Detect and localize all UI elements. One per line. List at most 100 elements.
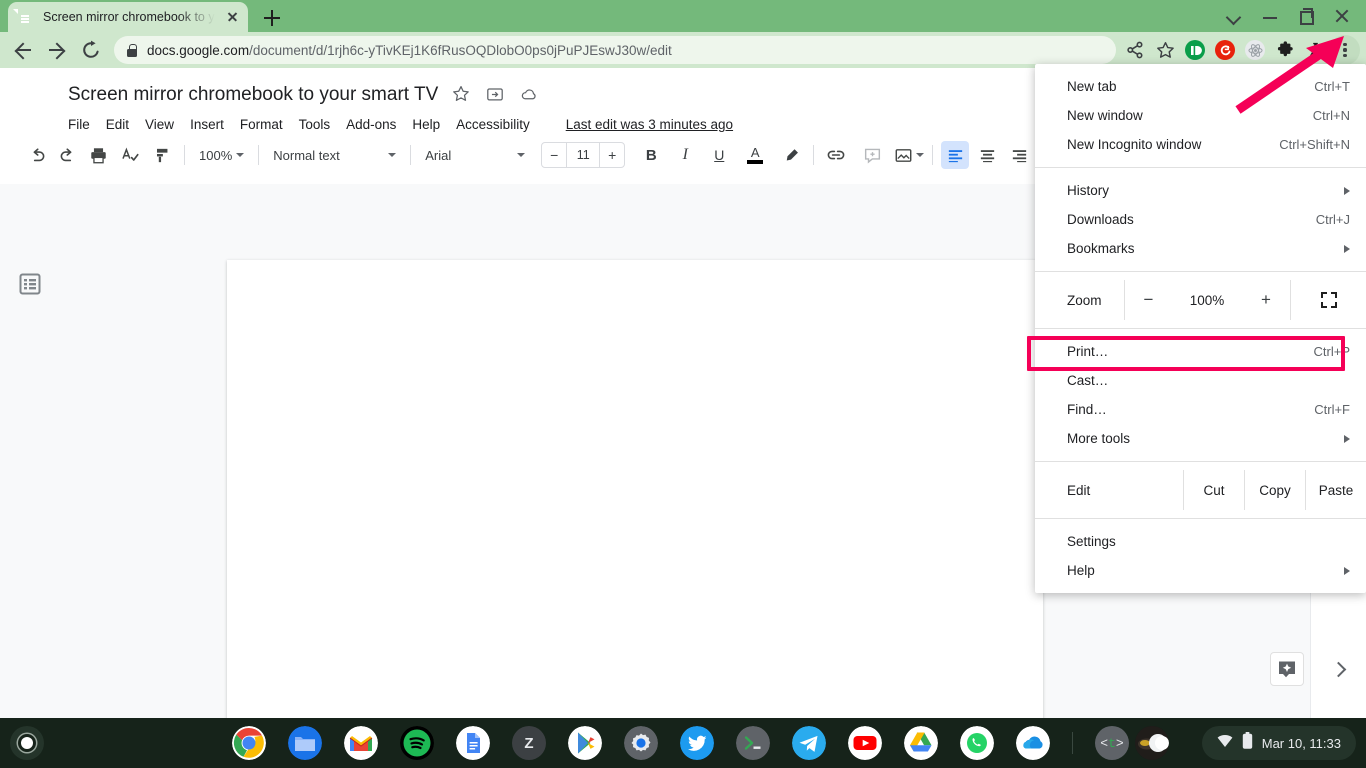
docs-menu-insert[interactable]: Insert bbox=[190, 117, 224, 132]
undo-icon[interactable] bbox=[24, 141, 52, 169]
close-icon[interactable] bbox=[1324, 0, 1360, 32]
shelf-app-google-docs[interactable] bbox=[456, 726, 490, 760]
docs-menu-file[interactable]: File bbox=[68, 117, 90, 132]
menu-item-settings[interactable]: Settings bbox=[1035, 527, 1366, 556]
toolbar-divider bbox=[184, 145, 185, 165]
tab-close-icon[interactable] bbox=[224, 9, 240, 25]
menu-item-bookmarks[interactable]: Bookmarks bbox=[1035, 234, 1366, 263]
maximize-icon[interactable] bbox=[1288, 0, 1324, 32]
zoom-level-dropdown[interactable]: 100% bbox=[193, 142, 250, 168]
align-center-icon[interactable] bbox=[973, 141, 1001, 169]
google-docs-icon[interactable] bbox=[20, 82, 60, 126]
italic-button[interactable]: I bbox=[671, 141, 699, 169]
three-dot-menu-icon[interactable] bbox=[1330, 35, 1360, 65]
grammar-extension-icon[interactable] bbox=[1210, 35, 1240, 65]
menu-item-print[interactable]: Print… Ctrl+P bbox=[1035, 337, 1366, 366]
menu-item-find[interactable]: Find… Ctrl+F bbox=[1035, 395, 1366, 424]
menu-item-new-incognito-window[interactable]: New Incognito window Ctrl+Shift+N bbox=[1035, 130, 1366, 159]
user-avatar[interactable] bbox=[1135, 726, 1169, 760]
menu-item-history[interactable]: History bbox=[1035, 176, 1366, 205]
move-to-folder-icon[interactable] bbox=[486, 85, 506, 105]
shelf-app-zoom[interactable]: Z bbox=[512, 726, 546, 760]
star-icon[interactable] bbox=[452, 85, 472, 105]
font-size-stepper[interactable]: − 11 + bbox=[541, 142, 626, 168]
shelf-app-spotify[interactable] bbox=[400, 726, 434, 760]
shelf-app-files[interactable] bbox=[288, 726, 322, 760]
highlighter-icon[interactable] bbox=[777, 141, 805, 169]
cloud-saved-icon[interactable] bbox=[520, 85, 540, 105]
menu-item-help[interactable]: Help bbox=[1035, 556, 1366, 585]
font-size-input[interactable]: 11 bbox=[566, 143, 601, 167]
menu-item-more-tools[interactable]: More tools bbox=[1035, 424, 1366, 453]
align-right-icon[interactable] bbox=[1005, 141, 1033, 169]
document-title[interactable]: Screen mirror chromebook to your smart T… bbox=[68, 84, 438, 106]
shelf-app-telegram[interactable] bbox=[792, 726, 826, 760]
forward-arrow-icon[interactable] bbox=[40, 33, 74, 67]
menu-item-new-tab[interactable]: New tab Ctrl+T bbox=[1035, 72, 1366, 101]
image-icon[interactable] bbox=[894, 141, 925, 169]
shelf-app-gmail[interactable] bbox=[344, 726, 378, 760]
shelf-app-terminal[interactable] bbox=[736, 726, 770, 760]
shelf-app-settings[interactable] bbox=[624, 726, 658, 760]
menu-item-new-window[interactable]: New window Ctrl+N bbox=[1035, 101, 1366, 130]
react-devtools-extension-icon[interactable] bbox=[1240, 35, 1270, 65]
document-outline-icon[interactable] bbox=[18, 272, 42, 296]
paragraph-style-dropdown[interactable]: Normal text bbox=[267, 142, 402, 168]
docs-menu-accessibility[interactable]: Accessibility bbox=[456, 117, 530, 132]
chevron-down-icon[interactable] bbox=[1216, 0, 1252, 32]
underline-button[interactable]: U bbox=[705, 141, 733, 169]
menu-item-downloads[interactable]: Downloads Ctrl+J bbox=[1035, 205, 1366, 234]
docs-menu-help[interactable]: Help bbox=[412, 117, 440, 132]
menu-item-paste[interactable]: Paste bbox=[1305, 470, 1366, 510]
new-tab-button[interactable] bbox=[259, 5, 285, 31]
address-bar[interactable]: docs.google.com/document/d/1rjh6c-yTivKE… bbox=[114, 36, 1116, 64]
shelf-app-onedrive[interactable] bbox=[1016, 726, 1050, 760]
shelf-app-whatsapp[interactable] bbox=[960, 726, 994, 760]
fullscreen-icon[interactable] bbox=[1290, 280, 1366, 320]
pushbullet-extension-icon[interactable] bbox=[1180, 35, 1210, 65]
docs-menu-format[interactable]: Format bbox=[240, 117, 283, 132]
minimize-icon[interactable] bbox=[1252, 0, 1288, 32]
font-family-dropdown[interactable]: Arial bbox=[419, 142, 531, 168]
shelf-app-chrome[interactable] bbox=[232, 726, 266, 760]
paint-format-icon[interactable] bbox=[148, 141, 176, 169]
chevron-right-icon[interactable] bbox=[1330, 660, 1348, 678]
launcher-icon[interactable] bbox=[10, 726, 44, 760]
menu-item-cut[interactable]: Cut bbox=[1183, 470, 1244, 510]
redo-icon[interactable] bbox=[52, 141, 80, 169]
battery-icon bbox=[1242, 732, 1253, 754]
docs-menu-tools[interactable]: Tools bbox=[299, 117, 331, 132]
share-icon[interactable] bbox=[1120, 35, 1150, 65]
docs-menu-addons[interactable]: Add-ons bbox=[346, 117, 396, 132]
browser-tab[interactable]: Screen mirror chromebook to yo bbox=[8, 2, 248, 32]
font-size-decrease[interactable]: − bbox=[542, 147, 566, 163]
font-size-increase[interactable]: + bbox=[600, 147, 624, 163]
system-status-tray[interactable]: Mar 10, 11:33 bbox=[1201, 726, 1356, 760]
zoom-in-button[interactable]: + bbox=[1242, 280, 1290, 320]
document-page[interactable] bbox=[227, 260, 1043, 760]
link-icon[interactable] bbox=[822, 141, 850, 169]
menu-item-cast[interactable]: Cast… bbox=[1035, 366, 1366, 395]
shelf-app-text-editor[interactable]: <t> bbox=[1095, 726, 1129, 760]
experiments-flask-icon[interactable] bbox=[1300, 35, 1330, 65]
bold-button[interactable]: B bbox=[637, 141, 665, 169]
spellcheck-icon[interactable] bbox=[116, 141, 144, 169]
back-arrow-icon[interactable] bbox=[6, 33, 40, 67]
zoom-out-button[interactable]: − bbox=[1124, 280, 1172, 320]
align-left-icon[interactable] bbox=[941, 141, 970, 169]
shelf-app-google-drive[interactable] bbox=[904, 726, 938, 760]
reload-icon[interactable] bbox=[74, 33, 108, 67]
docs-menu-edit[interactable]: Edit bbox=[106, 117, 129, 132]
menu-item-copy[interactable]: Copy bbox=[1244, 470, 1305, 510]
shelf-app-play-store[interactable] bbox=[568, 726, 602, 760]
shelf-app-twitter[interactable] bbox=[680, 726, 714, 760]
print-icon[interactable] bbox=[84, 141, 112, 169]
docs-menu-view[interactable]: View bbox=[145, 117, 174, 132]
comment-icon[interactable] bbox=[858, 141, 886, 169]
shelf-app-youtube[interactable] bbox=[848, 726, 882, 760]
extensions-puzzle-icon[interactable] bbox=[1270, 35, 1300, 65]
bookmark-star-icon[interactable] bbox=[1150, 35, 1180, 65]
text-color-button[interactable]: A bbox=[741, 141, 769, 169]
last-edit-status[interactable]: Last edit was 3 minutes ago bbox=[566, 117, 733, 132]
explore-button[interactable] bbox=[1270, 652, 1304, 686]
